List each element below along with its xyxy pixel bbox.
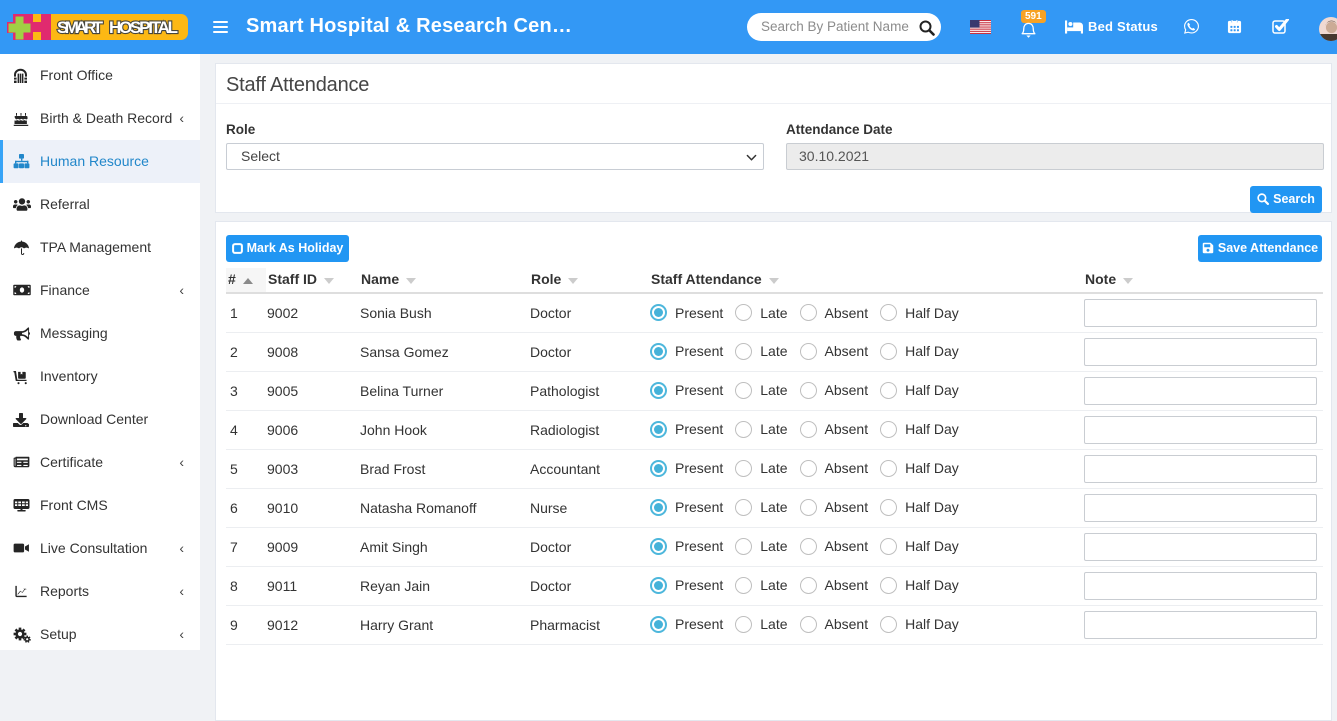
svg-text:HOSPITAL: HOSPITAL bbox=[109, 18, 178, 37]
svg-text:SMART: SMART bbox=[57, 18, 104, 37]
